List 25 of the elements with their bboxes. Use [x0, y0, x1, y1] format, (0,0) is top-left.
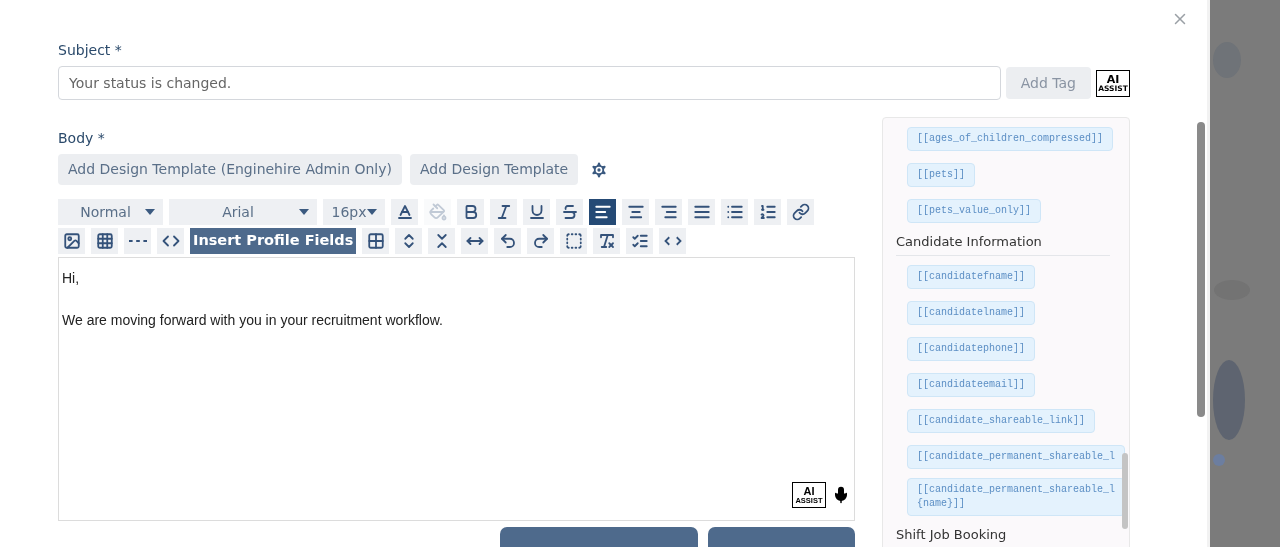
editor-paragraph: We are moving forward with you in your recruitment workflow.: [62, 311, 444, 330]
design-template-button[interactable]: Add Design Template: [410, 154, 579, 185]
field-tag[interactable]: [[pets]]: [907, 163, 975, 187]
format-select[interactable]: 16px: [323, 199, 385, 225]
field-tag[interactable]: [[pets_value_only]]: [907, 199, 1042, 223]
insert-fields-button[interactable]: Insert Profile Fields: [190, 228, 357, 254]
subject-field[interactable]: Your status is changed.: [58, 66, 1001, 100]
field-tag[interactable]: [[candidate_permanent_shareable_l: [907, 444, 1126, 469]
editor-paragraph: Hi,: [62, 269, 81, 288]
field-tag[interactable]: [[candidatefname]]: [907, 264, 1036, 289]
section-heading: Shift Job Booking: [896, 524, 1110, 547]
format-select[interactable]: Normal: [58, 199, 163, 225]
subject-label: Subject *: [58, 41, 123, 60]
field-tag[interactable]: [[ages_of_children_compressed]]: [907, 127, 1114, 151]
field-tag[interactable]: [[candidatelname]]: [907, 300, 1036, 325]
field-tag[interactable]: [[candidate_shareable_link]]: [907, 408, 1096, 433]
add-tag-button[interactable]: Add Tag: [1005, 67, 1091, 99]
format-select[interactable]: Arial: [169, 199, 317, 225]
section-heading: Candidate Information: [896, 232, 1110, 256]
field-tag[interactable]: [[candidatephone]]: [907, 336, 1036, 361]
ai-label: AI: [1106, 73, 1120, 85]
ai-label: AI: [803, 485, 815, 497]
body-label: Body *: [58, 129, 106, 148]
design-template-button[interactable]: Add Design Template (Enginehire Admin Only): [58, 154, 402, 185]
field-tag[interactable]: [[candidateemail]]: [907, 372, 1036, 397]
